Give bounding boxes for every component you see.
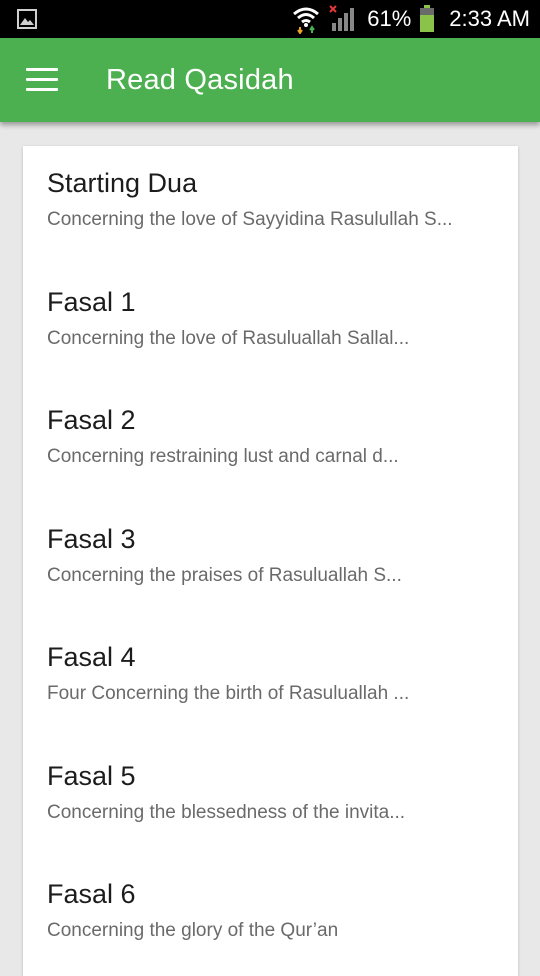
- item-title: Fasal 5: [47, 761, 136, 791]
- wifi-icon: [291, 4, 321, 35]
- list-item-starting-dua[interactable]: Starting Dua Concerning the love of Sayy…: [23, 146, 518, 264]
- item-subtitle: Concerning the blessedness of the invita…: [47, 802, 406, 823]
- app-title: Read Qasidah: [106, 64, 294, 96]
- item-subtitle: Concerning the love of Rasuluallah Salla…: [47, 328, 410, 349]
- hamburger-menu-icon[interactable]: [26, 68, 58, 92]
- item-subtitle: Four Concerning the birth of Rasuluallah…: [47, 683, 410, 704]
- item-subtitle: Concerning the glory of the Qur’an: [47, 920, 339, 941]
- qasidah-list: Starting Dua Concerning the love of Sayy…: [23, 146, 518, 976]
- item-subtitle: Concerning restraining lust and carnal d…: [47, 446, 399, 467]
- item-title: Fasal 3: [47, 524, 136, 554]
- item-subtitle: Concerning the praises of Rasuluallah S.…: [47, 565, 402, 586]
- image-notification-icon: [17, 9, 37, 34]
- clock: 2:33 AM: [449, 6, 530, 31]
- item-title: Fasal 1: [47, 287, 136, 317]
- item-title: Starting Dua: [47, 168, 198, 198]
- list-item-fasal-5[interactable]: Fasal 5 Concerning the blessedness of th…: [23, 739, 518, 857]
- battery-icon: [419, 5, 435, 33]
- item-subtitle: Concerning the love of Sayyidina Rasulul…: [47, 209, 453, 230]
- item-title: Fasal 2: [47, 405, 136, 435]
- app-bar: Read Qasidah: [0, 38, 540, 122]
- battery-percent: 61%: [367, 6, 412, 31]
- status-bar: 61% 2:33 AM: [0, 0, 540, 38]
- list-item-fasal-4[interactable]: Fasal 4 Four Concerning the birth of Ras…: [23, 620, 518, 738]
- signal-icon: [329, 5, 357, 33]
- item-title: Fasal 4: [47, 642, 136, 672]
- list-item-fasal-1[interactable]: Fasal 1 Concerning the love of Rasuluall…: [23, 265, 518, 383]
- item-title: Fasal 6: [47, 879, 136, 909]
- list-item-fasal-2[interactable]: Fasal 2 Concerning restraining lust and …: [23, 383, 518, 501]
- list-item-fasal-6[interactable]: Fasal 6 Concerning the glory of the Qur’…: [23, 857, 518, 975]
- list-item-fasal-3[interactable]: Fasal 3 Concerning the praises of Rasulu…: [23, 502, 518, 620]
